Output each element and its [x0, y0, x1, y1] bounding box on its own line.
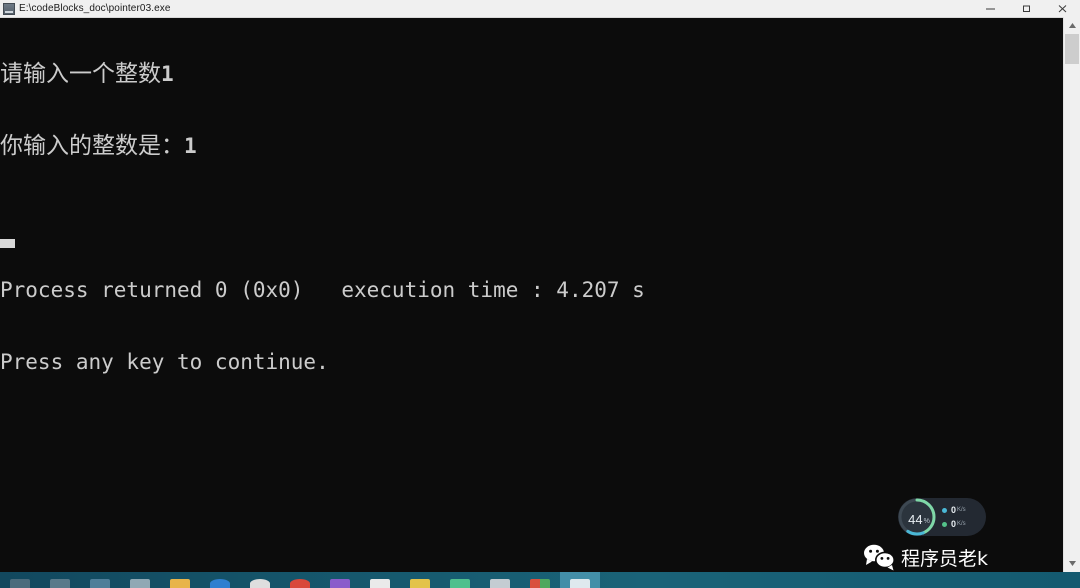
console-scrollbar[interactable] — [1063, 17, 1080, 572]
taskbar-item-white-app[interactable] — [360, 572, 400, 588]
cpu-usage-label: 44% — [898, 498, 940, 540]
wechat-logo-icon — [864, 544, 895, 571]
console-line-echo: 你输入的整数是：1 — [0, 128, 645, 164]
prompt-text: 请输入一个整数 — [0, 61, 161, 87]
taskbar-item-console-active[interactable] — [560, 572, 600, 588]
explorer-blue-icon — [90, 579, 110, 588]
window-controls — [972, 0, 1080, 17]
close-button[interactable] — [1044, 0, 1080, 17]
task-view-icon — [50, 579, 70, 588]
echo-text: 你输入的整数是： — [0, 133, 184, 159]
watermark-text: 程序员老k — [901, 547, 989, 570]
console-icon — [3, 2, 15, 15]
download-speed-unit: K/s — [957, 521, 966, 527]
app-grid-icon — [130, 579, 150, 588]
cpu-usage-unit: % — [923, 517, 930, 525]
taskbar-item-office-app[interactable] — [520, 572, 560, 588]
office-app-icon — [530, 579, 550, 588]
console-text-block: 请输入一个整数1 你输入的整数是：1 Process returned 0 (0… — [0, 18, 645, 452]
block-cursor — [0, 239, 15, 248]
minimize-button[interactable] — [972, 0, 1008, 17]
edge-browser-icon — [210, 579, 230, 588]
taskbar-item-green-app[interactable] — [440, 572, 480, 588]
search-icon — [10, 579, 30, 588]
purple-app-icon — [330, 579, 350, 588]
scrollbar-track[interactable] — [1064, 34, 1080, 555]
taskbar-item-explorer-blue[interactable] — [80, 572, 120, 588]
upload-speed-value: 0 — [951, 505, 957, 515]
taskbar-item-task-view[interactable] — [40, 572, 80, 588]
system-monitor-widget[interactable]: 44% 0 K/s 0 K/s — [898, 498, 986, 536]
taskbar-item-app-grid[interactable] — [120, 572, 160, 588]
white-app-icon — [370, 579, 390, 588]
taskbar-item-yellow-app[interactable] — [400, 572, 440, 588]
network-upload-row: 0 K/s — [942, 503, 986, 517]
console-line-prompt: 请输入一个整数1 — [0, 56, 645, 92]
echo-value: 1 — [184, 134, 197, 158]
yellow-app-icon — [410, 579, 430, 588]
scroll-up-arrow-icon[interactable] — [1064, 17, 1080, 34]
windows-taskbar[interactable] — [0, 572, 1080, 588]
taskbar-item-media-player[interactable] — [280, 572, 320, 588]
grey-app-icon — [490, 579, 510, 588]
console-line-press: Press any key to continue. — [0, 350, 329, 374]
taskbar-item-grey-app[interactable] — [480, 572, 520, 588]
desktop-background: E:\codeBlocks_doc\pointer03.exe 请输入一个整数1… — [0, 0, 1080, 588]
upload-speed-unit: K/s — [957, 507, 966, 513]
green-app-icon — [450, 579, 470, 588]
taskbar-item-edge-browser[interactable] — [200, 572, 240, 588]
console-line-process: Process returned 0 (0x0) execution time … — [0, 278, 645, 302]
taskbar-item-purple-app[interactable] — [320, 572, 360, 588]
scroll-down-arrow-icon[interactable] — [1064, 555, 1080, 572]
network-speed-rows: 0 K/s 0 K/s — [942, 503, 986, 531]
network-download-row: 0 K/s — [942, 517, 986, 531]
window-title-bar[interactable]: E:\codeBlocks_doc\pointer03.exe — [0, 0, 1080, 18]
taskbar-item-search[interactable] — [0, 572, 40, 588]
file-explorer-icon — [170, 579, 190, 588]
download-arrow-icon — [942, 521, 947, 527]
download-speed-value: 0 — [951, 519, 957, 529]
media-player-icon — [290, 579, 310, 588]
maximize-restore-button[interactable] — [1008, 0, 1044, 17]
chrome-browser-icon — [250, 579, 270, 588]
console-output-area[interactable]: 请输入一个整数1 你输入的整数是：1 Process returned 0 (0… — [0, 18, 1080, 572]
console-window: E:\codeBlocks_doc\pointer03.exe 请输入一个整数1… — [0, 0, 1080, 572]
console-active-icon — [570, 579, 590, 588]
prompt-value: 1 — [161, 62, 174, 86]
upload-arrow-icon — [942, 507, 947, 513]
taskbar-item-file-explorer[interactable] — [160, 572, 200, 588]
watermark: 程序员老k — [862, 543, 988, 571]
scrollbar-thumb[interactable] — [1065, 34, 1079, 64]
taskbar-item-chrome-browser[interactable] — [240, 572, 280, 588]
taskbar-items — [0, 572, 600, 588]
window-title: E:\codeBlocks_doc\pointer03.exe — [19, 3, 171, 14]
cpu-usage-value: 44 — [908, 511, 923, 527]
